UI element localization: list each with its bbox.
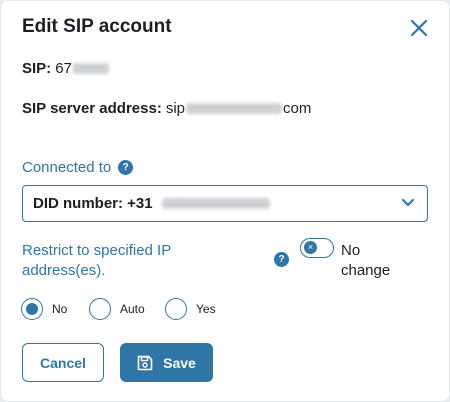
server-address-suffix: com xyxy=(283,100,312,117)
radio-button-auto[interactable] xyxy=(89,298,111,320)
restrict-help-icon[interactable]: ? xyxy=(274,252,289,267)
save-label: Save xyxy=(163,354,196,371)
restrict-ip-label: Restrict to specified IP address(es). xyxy=(22,242,171,279)
cancel-label: Cancel xyxy=(40,354,86,371)
select-value: DID number: +31 xyxy=(33,195,153,212)
select-value-redacted xyxy=(161,198,270,209)
server-address-redacted xyxy=(186,103,282,114)
radio-label-auto: Auto xyxy=(120,302,145,316)
connected-to-label: Connected to ? xyxy=(22,159,134,176)
chevron-down-icon xyxy=(401,198,415,207)
radio-button-yes[interactable] xyxy=(165,298,187,320)
radio-option-no[interactable]: No xyxy=(21,298,67,320)
close-button[interactable] xyxy=(406,15,432,41)
connected-to-text: Connected to xyxy=(22,159,112,176)
sip-value-redacted xyxy=(72,63,109,74)
sip-label: SIP: xyxy=(22,60,52,77)
dialog-title: Edit SIP account xyxy=(22,16,172,37)
server-address-label: SIP server address: xyxy=(22,100,162,117)
radio-label-yes: Yes xyxy=(196,302,216,316)
cancel-button[interactable]: Cancel xyxy=(22,343,104,382)
radio-label-no: No xyxy=(52,302,68,316)
help-icon[interactable]: ? xyxy=(118,160,134,175)
server-address-prefix: sip xyxy=(165,100,185,117)
save-button[interactable]: Save xyxy=(120,343,213,382)
edit-sip-dialog: Edit SIP account SIP: 67 SIP server addr… xyxy=(0,0,450,402)
restrict-ip-toggle[interactable]: × xyxy=(300,238,334,258)
radio-button-no[interactable] xyxy=(21,298,43,320)
toggle-state-text: No change xyxy=(341,242,391,279)
close-icon xyxy=(410,19,428,37)
server-address-line: SIP server address: sip com xyxy=(22,100,311,117)
sip-value: 67 xyxy=(55,60,72,77)
sip-line: SIP: 67 xyxy=(22,60,109,77)
toggle-knob-x-icon: × xyxy=(304,241,317,254)
save-icon xyxy=(137,355,153,371)
radio-option-auto[interactable]: Auto xyxy=(89,298,145,320)
connected-to-select[interactable]: DID number: +31 xyxy=(22,185,428,222)
radio-selected-dot xyxy=(26,303,38,315)
radio-option-yes[interactable]: Yes xyxy=(165,298,216,320)
